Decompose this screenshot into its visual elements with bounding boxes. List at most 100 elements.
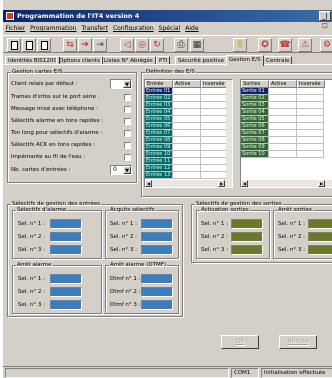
grid-row-label[interactable]: Entrée 02 (145, 95, 173, 102)
grid-cell[interactable] (269, 109, 297, 116)
col-header[interactable]: Inversée (297, 80, 325, 88)
ok-button[interactable]: Ok (221, 335, 259, 349)
arret-sortie-2-input[interactable] (308, 232, 332, 242)
document-icon[interactable] (37, 38, 51, 52)
acquit-3-input[interactable] (141, 245, 173, 255)
grid-cell[interactable] (269, 102, 297, 109)
grid-cell[interactable] (173, 109, 201, 116)
grid-cell[interactable] (201, 137, 228, 144)
grid-row-label[interactable]: Entrée 07 (145, 130, 173, 137)
menu-fichier[interactable]: Fichier (3, 25, 28, 32)
sel-alarme-2-input[interactable] (50, 232, 82, 242)
grid-cell[interactable] (201, 172, 228, 179)
grid-cell[interactable] (297, 130, 324, 137)
grid-cell[interactable] (269, 137, 297, 144)
menu-configuration[interactable]: Configuration (110, 25, 156, 32)
grid-cell[interactable] (269, 144, 297, 151)
cancel-button[interactable]: Annule (279, 335, 317, 349)
grid-cell[interactable] (297, 144, 324, 151)
checkbox-impemante[interactable] (124, 154, 131, 161)
grid-cell[interactable] (173, 130, 201, 137)
dtmf-3-input[interactable] (141, 300, 173, 310)
grid-row-label[interactable]: Sortie 06 (241, 123, 269, 130)
activation-1-input[interactable] (231, 219, 263, 229)
acquit-2-input[interactable] (141, 232, 173, 242)
grid-cell[interactable] (297, 137, 324, 144)
grid-cell[interactable] (173, 172, 201, 179)
grid-cell[interactable] (201, 123, 228, 130)
refresh-icon[interactable]: ↻ (150, 38, 164, 52)
grid-cell[interactable] (269, 88, 297, 95)
grid-row-label[interactable]: Entrée 10 (145, 151, 173, 158)
grid-cell[interactable] (201, 165, 228, 172)
activation-2-input[interactable] (231, 232, 263, 242)
grid-cell[interactable] (297, 116, 324, 123)
dtmf-2-input[interactable] (141, 287, 173, 297)
entrees-grid[interactable]: Entrée Active Inversée Entrée 01 Entrée 0… (144, 79, 233, 188)
grid-cell[interactable] (173, 123, 201, 130)
tool-icon[interactable]: ⚙ (320, 38, 332, 52)
import-icon[interactable]: ⇥ (93, 38, 107, 52)
menu-transfert[interactable]: Transfert (79, 25, 110, 32)
grid-cell[interactable] (297, 95, 324, 102)
grid-cell[interactable] (201, 88, 228, 95)
grid-cell[interactable] (173, 102, 201, 109)
print-icon[interactable]: ⎙ (174, 38, 188, 52)
grid-row-label[interactable]: Entrée 13 (145, 172, 173, 179)
scroll-left-icon[interactable]: ◀ (145, 180, 152, 187)
open-icon[interactable] (22, 38, 36, 52)
grid-row-label[interactable]: Entrée 11 (145, 158, 173, 165)
col-header[interactable]: Active (269, 80, 297, 88)
grid-cell[interactable] (173, 116, 201, 123)
transfer-in-icon[interactable]: ⇆ (63, 38, 77, 52)
dtmf-1-input[interactable] (141, 274, 173, 284)
grid-row-label[interactable]: Sortie 02 (241, 95, 269, 102)
grid-cell[interactable] (269, 130, 297, 137)
grid-row-label[interactable]: Entrée 04 (145, 109, 173, 116)
checkbox-sel-alarme[interactable] (124, 118, 131, 125)
arret-2-input[interactable] (50, 287, 82, 297)
scroll-right-icon[interactable]: ▶ (318, 180, 325, 187)
grid-row-label[interactable]: Sortie 09 (241, 144, 269, 151)
col-header[interactable]: Entrée (145, 80, 173, 88)
grid-row-label[interactable]: Entrée 01 (145, 88, 173, 95)
menu-special[interactable]: Spécial (156, 25, 183, 32)
grid-row-label[interactable]: Sortie 10 (241, 151, 269, 158)
grid-cell[interactable] (173, 158, 201, 165)
grid-cell[interactable] (201, 144, 228, 151)
arret-sortie-3-input[interactable] (308, 245, 332, 255)
warning-icon[interactable]: ⚠ (298, 38, 312, 52)
grid-cell[interactable] (201, 130, 228, 137)
phone-icon[interactable]: ☎ (278, 38, 292, 52)
grid-cell[interactable] (297, 102, 324, 109)
grid-row-label[interactable]: Entrée 08 (145, 137, 173, 144)
grid-row-label[interactable]: Sortie 08 (241, 137, 269, 144)
chevron-down-icon[interactable]: ▼ (123, 166, 131, 174)
grid-row-label[interactable]: Sortie 04 (241, 109, 269, 116)
window-controls[interactable]: _|□ (319, 11, 331, 29)
col-header[interactable]: Sorties (241, 80, 269, 88)
grid-row-label[interactable]: Entrée 12 (145, 165, 173, 172)
checkbox-message[interactable] (124, 106, 131, 113)
config-icon[interactable]: ✪ (258, 38, 272, 52)
grid-cell[interactable] (173, 144, 201, 151)
sel-alarme-3-input[interactable] (50, 245, 82, 255)
chevron-down-icon[interactable]: ▼ (123, 80, 131, 88)
grid-cell[interactable] (173, 151, 201, 158)
activation-3-input[interactable] (231, 245, 263, 255)
grid-cell[interactable] (201, 151, 228, 158)
grid-cell[interactable] (201, 116, 228, 123)
menu-aide[interactable]: Aide (183, 25, 201, 32)
grid-row-label[interactable]: Entrée 03 (145, 102, 173, 109)
sorties-grid[interactable]: Sorties Active Inversée Sortie 01 Sortie … (240, 79, 332, 188)
vertical-scrollbar[interactable] (226, 80, 232, 180)
grid-cell[interactable] (173, 88, 201, 95)
tab-gestion-es[interactable]: Gestion E/S (226, 55, 264, 66)
grid-row-label[interactable]: Entrée 05 (145, 116, 173, 123)
stop-icon[interactable]: ◎ (135, 38, 149, 52)
grid-row-label[interactable]: Sortie 05 (241, 116, 269, 123)
client-relais-select[interactable]: ▼ (110, 79, 132, 89)
back-icon[interactable]: ◁ (120, 38, 134, 52)
new-icon[interactable] (7, 38, 21, 52)
grid-row-label[interactable]: Sortie 01 (241, 88, 269, 95)
